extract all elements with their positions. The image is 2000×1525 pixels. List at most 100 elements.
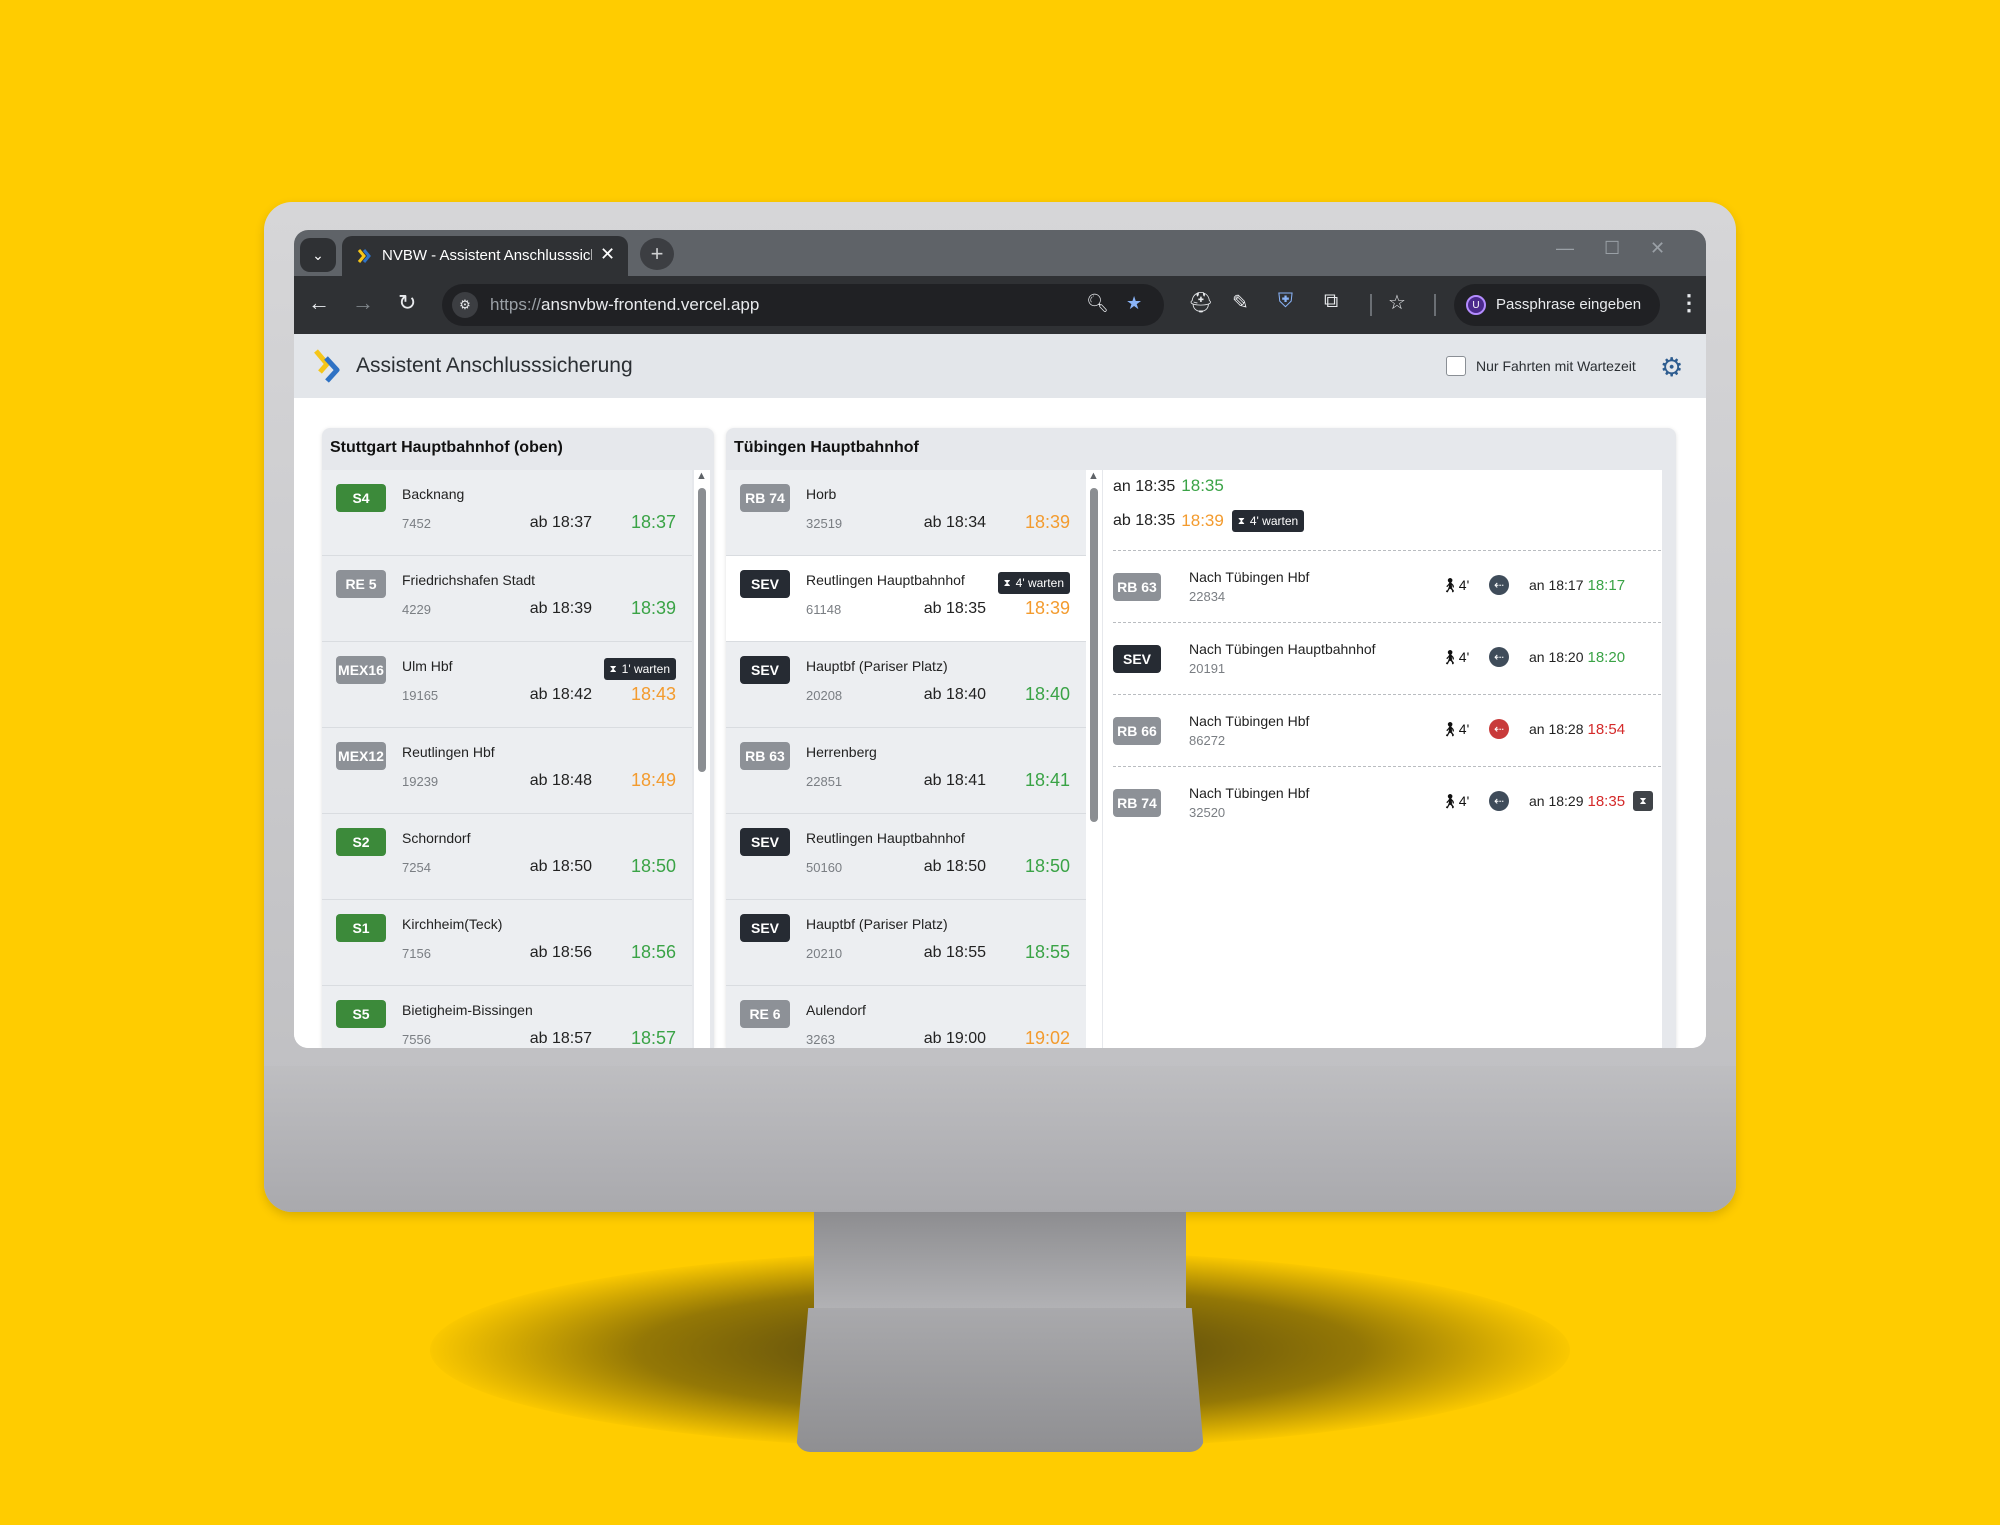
site-info-icon[interactable]: ⚙ <box>452 292 478 318</box>
active-tab[interactable]: NVBW - Assistent Anschlusssicherung ✕ <box>342 236 628 276</box>
scheduled-time: ab 18:50 <box>923 858 986 875</box>
tab-close-icon[interactable]: ✕ <box>600 244 615 265</box>
scrollbar[interactable]: ▲ <box>694 470 710 1048</box>
realtime: 18:39 <box>1024 598 1070 618</box>
bookmark-star-icon[interactable]: ★ <box>1126 293 1142 314</box>
scroll-up-arrow-icon[interactable]: ▲ <box>696 470 707 482</box>
train-destination: Reutlingen Hbf <box>402 744 495 760</box>
line-badge: RE 6 <box>740 1000 790 1028</box>
train-row[interactable]: S2 Schorndorf 7254 ab 18:50 18:50 <box>322 814 692 900</box>
train-number: 22851 <box>806 774 843 789</box>
train-row[interactable]: MEX12 Reutlingen Hbf 19239 ab 18:48 18:49 <box>322 728 692 814</box>
hourglass-icon: ⧗ <box>609 663 617 675</box>
connection-time: an 18:28 18:54 <box>1529 721 1625 738</box>
connection-scheduled: an 18:17 <box>1529 577 1584 593</box>
walk-time: 🚶︎4' <box>1441 721 1469 738</box>
train-number: 3263 <box>806 1032 835 1047</box>
forward-arrow-icon[interactable]: → <box>352 290 374 316</box>
train-row[interactable]: S4 Backnang 7452 ab 18:37 18:37 <box>322 470 692 556</box>
tab-list-button[interactable]: ⌄ <box>300 238 336 272</box>
connection-row[interactable]: RB 66 Nach Tübingen Hbf 86272 🚶︎4' ⇠ an 18:28… <box>1113 694 1661 766</box>
back-arrow-icon[interactable]: ← <box>308 290 330 316</box>
walk-minutes: 4' <box>1458 649 1470 665</box>
scroll-thumb[interactable] <box>698 488 706 772</box>
shield-extension-icon[interactable]: ⛨ <box>1278 290 1293 313</box>
train-row[interactable]: S1 Kirchheim(Teck) 7156 ab 18:56 18:56 <box>322 900 692 986</box>
walk-time: 🚶︎4' <box>1441 793 1469 810</box>
wait-badge: ⧗ 4' warten <box>1231 510 1305 532</box>
train-number: 61148 <box>806 602 842 617</box>
realtime: 18:41 <box>1024 770 1070 790</box>
line-badge: S2 <box>336 828 386 856</box>
profile-button[interactable]: U Passphrase eingeben <box>1454 284 1660 326</box>
maximize-icon[interactable]: ☐ <box>1604 238 1620 259</box>
settings-gear-icon[interactable]: ⚙ <box>1660 352 1683 383</box>
menu-icon[interactable]: ⋮ <box>1678 290 1700 316</box>
main-content: Stuttgart Hauptbahnhof (oben) S4 Backnang… <box>294 398 1706 1048</box>
train-row[interactable]: RE 5 Friedrichshafen Stadt 4229 ab 18:39 18:… <box>322 556 692 642</box>
train-row[interactable]: SEV Hauptbf (Pariser Platz) 20210 ab 18:55 1… <box>726 900 1086 986</box>
scroll-up-arrow-icon[interactable]: ▲ <box>1088 470 1099 482</box>
scrollbar[interactable]: ▲ <box>1086 470 1102 1048</box>
new-tab-button[interactable]: + <box>640 238 674 270</box>
walk-minutes: 4' <box>1458 721 1470 737</box>
wait-filter-label[interactable]: Nur Fahrten mit Wartezeit <box>1476 358 1636 374</box>
tab-title: NVBW - Assistent Anschlusssicherung <box>382 247 592 264</box>
train-number: 20210 <box>806 946 843 961</box>
train-row[interactable]: RB 74 Horb 32519 ab 18:34 18:39 <box>726 470 1086 556</box>
zoom-icon[interactable]: 🔍︎ <box>1086 293 1109 314</box>
train-row[interactable]: MEX16 Ulm Hbf 19165 ab 18:42 18:43 ⧗ 1' warten <box>322 642 692 728</box>
walking-person-icon: 🚶︎ <box>1441 793 1459 809</box>
scheduled-time: ab 18:57 <box>529 1030 592 1047</box>
walk-time: 🚶︎4' <box>1441 577 1469 594</box>
line-badge: S4 <box>336 484 386 512</box>
train-row[interactable]: SEV Hauptbf (Pariser Platz) 20208 ab 18:40 1… <box>726 642 1086 728</box>
extension-hat-icon[interactable]: ⛑ <box>1188 290 1213 315</box>
train-row[interactable]: RB 63 Herrenberg 22851 ab 18:41 18:41 <box>726 728 1086 814</box>
train-row[interactable]: S5 Bietigheim-Bissingen 7556 ab 18:57 18:57 <box>322 986 692 1048</box>
arrival-scheduled: an 18:35 <box>1113 478 1176 495</box>
line-badge: SEV <box>740 656 790 684</box>
connection-alert-icon: ⇠ <box>1489 719 1509 739</box>
train-destination: Reutlingen Hauptbahnhof <box>806 830 965 846</box>
train-destination: Hauptbf (Pariser Platz) <box>806 658 948 674</box>
connection-ok-icon: ⇠ <box>1489 647 1509 667</box>
walk-time: 🚶︎4' <box>1441 649 1469 666</box>
connection-number: 22834 <box>1189 589 1226 604</box>
connection-row[interactable]: SEV Nach Tübingen Hauptbahnhof 20191 🚶︎4' ⇠ a… <box>1113 622 1661 694</box>
connection-ok-icon: ⇠ <box>1489 575 1509 595</box>
hourglass-icon[interactable]: ⧗ <box>1633 791 1653 811</box>
connection-realtime: 18:20 <box>1587 649 1626 666</box>
close-window-icon[interactable]: ✕ <box>1650 238 1665 259</box>
address-bar[interactable]: ⚙ https://ansnvbw-frontend.vercel.app 🔍︎… <box>442 284 1164 326</box>
train-row[interactable]: SEV Reutlingen Hauptbahnhof 50160 ab 18:50 1… <box>726 814 1086 900</box>
line-badge: MEX16 <box>336 656 386 684</box>
train-row[interactable]: SEV Reutlingen Hauptbahnhof 61148 ab 18:35 1… <box>726 556 1086 642</box>
wait-badge: ⧗ 1' warten <box>603 658 676 680</box>
line-badge: MEX12 <box>336 742 386 770</box>
connection-destination: Nach Tübingen Hauptbahnhof <box>1189 641 1376 657</box>
url-text: https://ansnvbw-frontend.vercel.app <box>490 295 760 314</box>
station-panel-tuebingen: Tübingen Hauptbahnhof RB 74 Horb 32519 ab 1… <box>726 428 1676 1048</box>
eyedropper-icon[interactable]: ✎ <box>1232 290 1249 315</box>
minimize-icon[interactable]: — <box>1556 238 1574 259</box>
train-number: 7254 <box>402 860 431 875</box>
departure-line: ab 18:35 18:39 ⧗ 4' warten <box>1113 510 1305 532</box>
bookmarks-icon[interactable]: ☆ <box>1388 290 1406 315</box>
train-destination: Herrenberg <box>806 744 877 760</box>
extensions-puzzle-icon[interactable]: ⧉ <box>1324 290 1338 313</box>
train-row[interactable]: RE 6 Aulendorf 3263 ab 19:00 19:02 <box>726 986 1086 1048</box>
wait-filter-checkbox[interactable] <box>1446 356 1466 376</box>
scheduled-time: ab 18:35 <box>923 600 986 617</box>
station-title: Stuttgart Hauptbahnhof (oben) <box>330 439 563 456</box>
line-badge: SEV <box>740 828 790 856</box>
realtime: 18:37 <box>630 512 676 532</box>
reload-icon[interactable]: ↻ <box>398 290 416 316</box>
scheduled-time: ab 18:34 <box>923 514 986 531</box>
train-destination: Horb <box>806 486 837 502</box>
connection-row[interactable]: RB 74 Nach Tübingen Hbf 32520 🚶︎4' ⇠ an 18:29… <box>1113 766 1661 838</box>
line-badge: SEV <box>1113 645 1161 673</box>
realtime: 18:57 <box>630 1028 676 1048</box>
scroll-thumb[interactable] <box>1090 488 1098 822</box>
connection-row[interactable]: RB 63 Nach Tübingen Hbf 22834 🚶︎4' ⇠ an 18:17… <box>1113 550 1661 622</box>
